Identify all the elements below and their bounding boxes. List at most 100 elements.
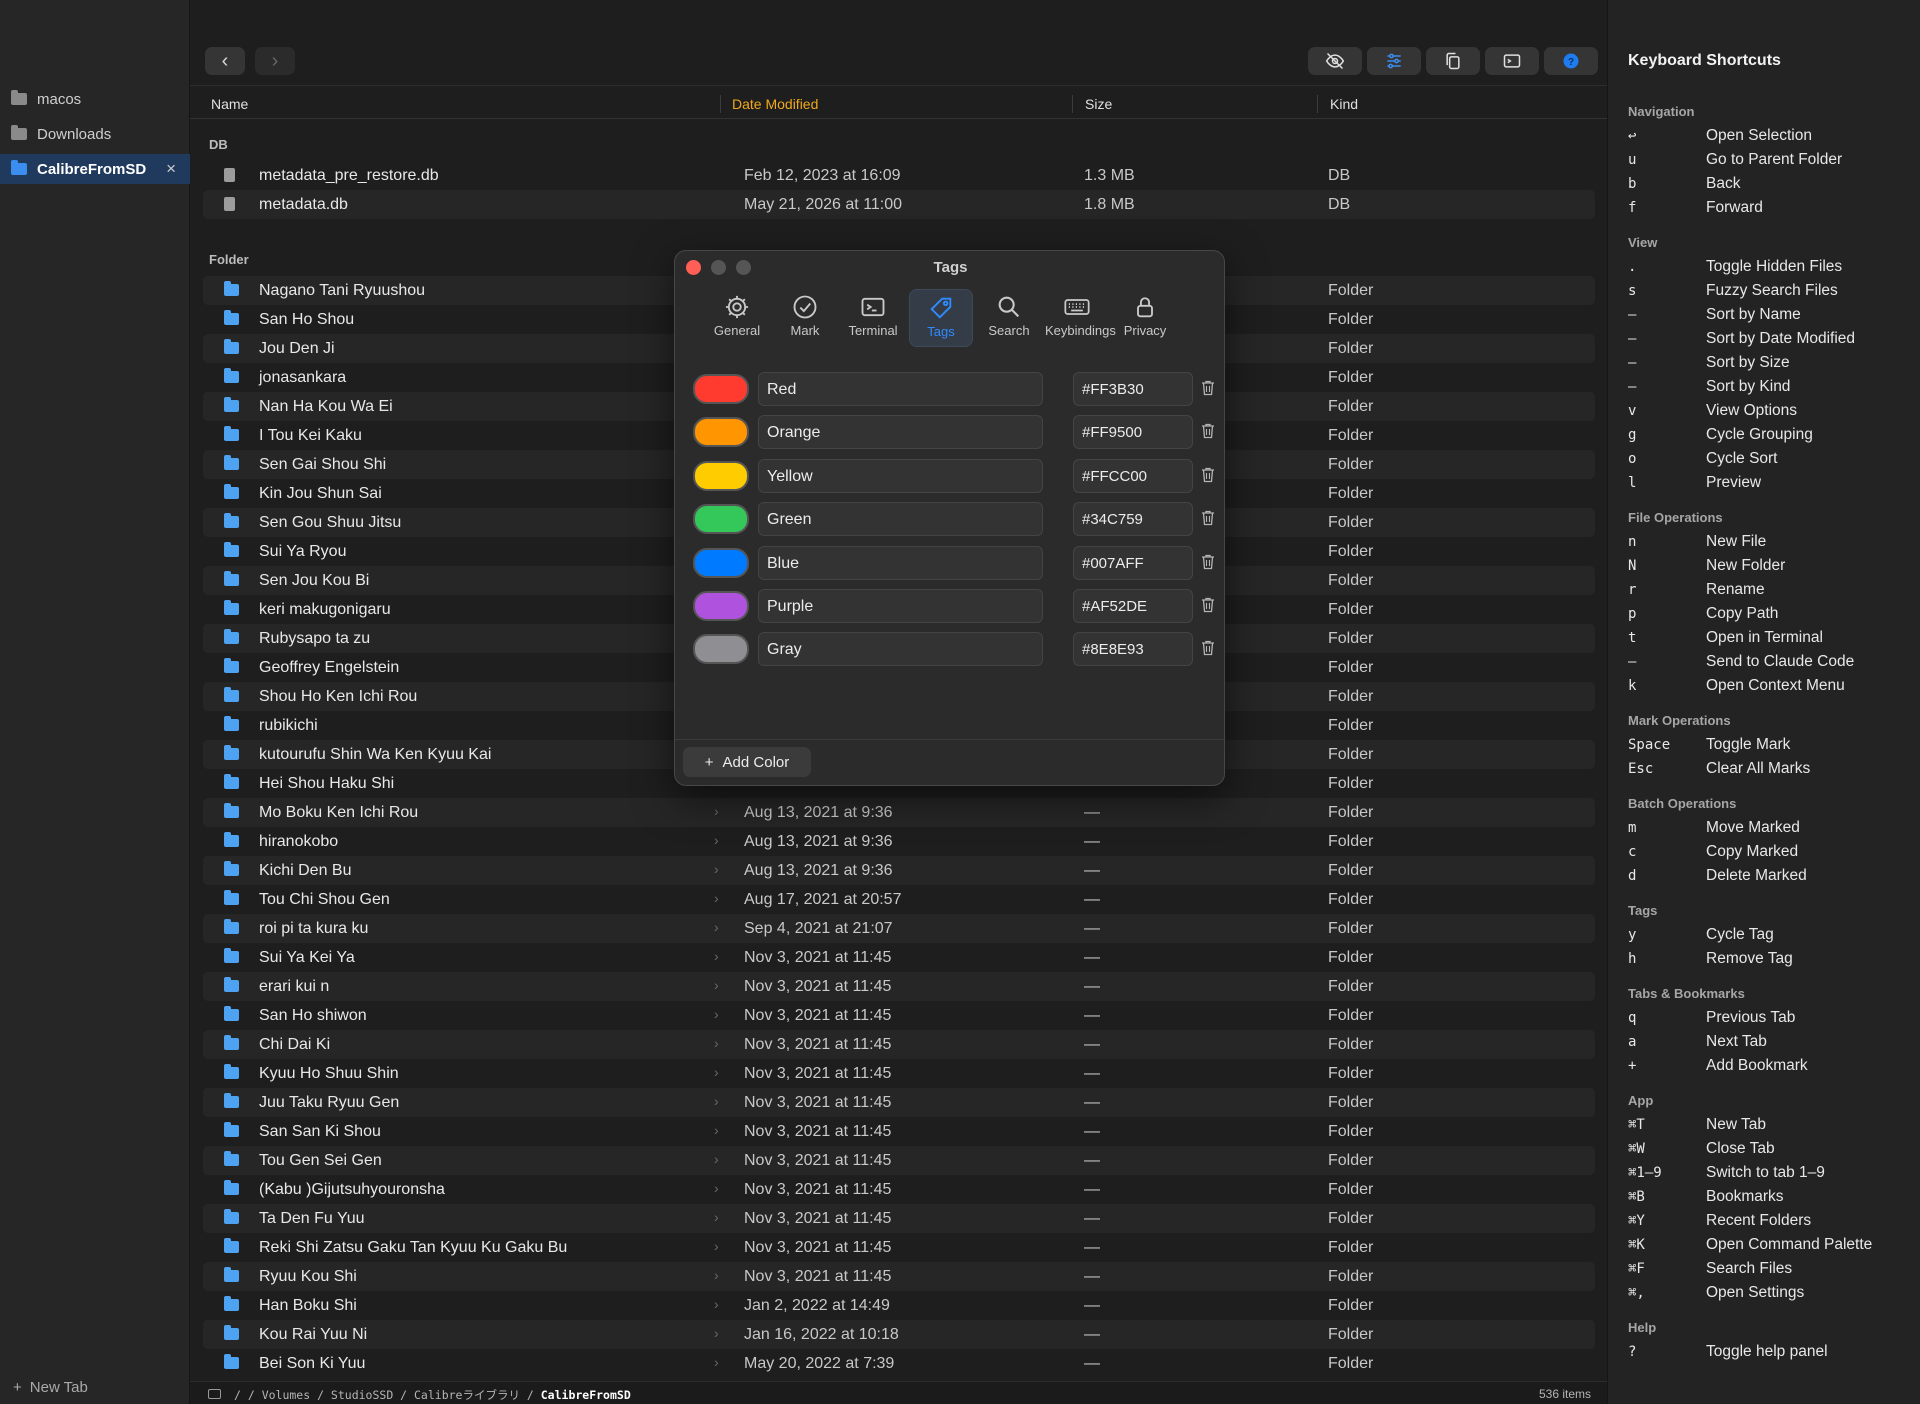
- tag-name-input[interactable]: Red: [758, 372, 1043, 406]
- chevron-right-icon[interactable]: ›: [714, 1093, 719, 1109]
- chevron-right-icon[interactable]: ›: [714, 832, 719, 848]
- copy-path-button[interactable]: [1426, 47, 1480, 75]
- tag-hex-input[interactable]: #FF9500: [1073, 415, 1193, 450]
- back-button[interactable]: ‹: [205, 47, 245, 75]
- folder-row[interactable]: Ta Den Fu Yuu › Nov 3, 2021 at 11:45 — Folde…: [203, 1204, 1595, 1233]
- tag-hex-input[interactable]: #FFCC00: [1073, 458, 1193, 493]
- current-path[interactable]: / / Volumes / StudioSSD / Calibreライブラリ /…: [234, 1387, 631, 1403]
- column-kind[interactable]: Kind: [1330, 96, 1358, 112]
- folder-row[interactable]: Kyuu Ho Shuu Shin › Nov 3, 2021 at 11:45 — F…: [203, 1059, 1595, 1088]
- chevron-right-icon[interactable]: ›: [714, 1238, 719, 1254]
- tab-tags[interactable]: Tags: [909, 289, 973, 347]
- tag-name-input[interactable]: Yellow: [758, 458, 1043, 493]
- folder-row[interactable]: Bei Son Ki Yuu › May 20, 2022 at 7:39 — Fold…: [203, 1349, 1595, 1378]
- chevron-right-icon[interactable]: ›: [714, 919, 719, 935]
- folder-row[interactable]: Han Boku Shi › Jan 2, 2022 at 14:49 — Folder: [203, 1291, 1595, 1320]
- file-row[interactable]: metadata_pre_restore.db Feb 12, 2023 at 1…: [203, 161, 1595, 190]
- trash-icon[interactable]: [1201, 423, 1215, 439]
- tag-name-input[interactable]: Orange: [758, 415, 1043, 450]
- shortcut-key: r: [1628, 582, 1637, 598]
- trash-icon[interactable]: [1201, 640, 1215, 656]
- chevron-right-icon[interactable]: ›: [714, 977, 719, 993]
- chevron-right-icon[interactable]: ›: [714, 1006, 719, 1022]
- new-tab-button[interactable]: + New Tab: [13, 1379, 88, 1396]
- tab-general[interactable]: General: [705, 289, 769, 347]
- chevron-right-icon[interactable]: ›: [714, 1122, 719, 1138]
- folder-row[interactable]: San Ho shiwon › Nov 3, 2021 at 11:45 — Folde…: [203, 1001, 1595, 1030]
- tag-name-input[interactable]: Gray: [758, 632, 1043, 667]
- tab-search[interactable]: Search: [977, 289, 1041, 347]
- tab-privacy[interactable]: Privacy: [1113, 289, 1177, 347]
- help-section-title: View: [1628, 235, 1658, 250]
- folder-row[interactable]: (Kabu )Gijutsuhyouronsha › Nov 3, 2021 at …: [203, 1175, 1595, 1204]
- tag-hex-input[interactable]: #34C759: [1073, 502, 1193, 537]
- tag-name-input[interactable]: Blue: [758, 545, 1043, 580]
- folder-row[interactable]: Mo Boku Ken Ichi Rou › Aug 13, 2021 at 9:3…: [203, 798, 1595, 827]
- folder-row[interactable]: Kichi Den Bu › Aug 13, 2021 at 9:36 — Folder: [203, 856, 1595, 885]
- folder-row[interactable]: hiranokobo › Aug 13, 2021 at 9:36 — Folder: [203, 827, 1595, 856]
- tag-hex-input[interactable]: #FF3B30: [1073, 372, 1193, 406]
- color-swatch[interactable]: [693, 634, 749, 665]
- chevron-right-icon[interactable]: ›: [714, 1296, 719, 1312]
- folder-row[interactable]: erari kui n › Nov 3, 2021 at 11:45 — Folder: [203, 972, 1595, 1001]
- tag-hex-input[interactable]: #8E8E93: [1073, 632, 1193, 667]
- tag-name-input[interactable]: Purple: [758, 589, 1043, 623]
- folder-row[interactable]: Juu Taku Ryuu Gen › Nov 3, 2021 at 11:45 — F…: [203, 1088, 1595, 1117]
- sidebar-item-macos[interactable]: macos: [0, 84, 190, 114]
- close-tab-icon[interactable]: ×: [166, 159, 176, 179]
- chevron-right-icon[interactable]: ›: [714, 1354, 719, 1370]
- column-date-modified[interactable]: Date Modified: [732, 96, 818, 112]
- color-swatch[interactable]: [693, 504, 749, 535]
- color-swatch[interactable]: [693, 591, 749, 621]
- trash-icon[interactable]: [1201, 467, 1215, 483]
- sidebar-item-calibrefromsd[interactable]: CalibreFromSD ×: [0, 154, 190, 184]
- folder-row[interactable]: San San Ki Shou › Nov 3, 2021 at 11:45 — Fol…: [203, 1117, 1595, 1146]
- tab-keybindings[interactable]: Keybindings: [1045, 289, 1116, 347]
- chevron-right-icon[interactable]: ›: [714, 1180, 719, 1196]
- tag-color-row: Orange #FF9500: [693, 415, 1214, 450]
- add-color-button[interactable]: + Add Color: [683, 747, 811, 777]
- tab-terminal[interactable]: Terminal: [841, 289, 905, 347]
- color-swatch[interactable]: [693, 460, 749, 491]
- chevron-right-icon[interactable]: ›: [714, 1064, 719, 1080]
- toggle-hidden-button[interactable]: [1308, 47, 1362, 75]
- sidebar-item-downloads[interactable]: Downloads: [0, 119, 190, 149]
- tag-hex-input[interactable]: #007AFF: [1073, 545, 1193, 580]
- folder-row[interactable]: Tou Chi Shou Gen › Aug 17, 2021 at 20:57 — F…: [203, 885, 1595, 914]
- view-options-button[interactable]: [1367, 47, 1421, 75]
- column-size[interactable]: Size: [1085, 96, 1112, 112]
- chevron-right-icon[interactable]: ›: [714, 1325, 719, 1341]
- folder-row[interactable]: Kou Rai Yuu Ni › Jan 16, 2022 at 10:18 — Fol…: [203, 1320, 1595, 1349]
- forward-button[interactable]: ›: [255, 47, 295, 75]
- chevron-right-icon[interactable]: ›: [714, 1209, 719, 1225]
- tag-hex-input[interactable]: #AF52DE: [1073, 589, 1193, 623]
- folder-row[interactable]: Chi Dai Ki › Nov 3, 2021 at 11:45 — Folder: [203, 1030, 1595, 1059]
- color-swatch[interactable]: [693, 547, 749, 578]
- column-name[interactable]: Name: [211, 96, 248, 112]
- chevron-right-icon[interactable]: ›: [714, 948, 719, 964]
- chevron-right-icon[interactable]: ›: [714, 803, 719, 819]
- help-section-title: App: [1628, 1093, 1654, 1108]
- trash-icon[interactable]: [1201, 554, 1215, 570]
- folder-icon: [224, 571, 239, 586]
- chevron-right-icon[interactable]: ›: [714, 1267, 719, 1283]
- file-row[interactable]: metadata.db May 21, 2026 at 11:00 1.8 MB DB: [203, 190, 1595, 219]
- help-button[interactable]: ?: [1544, 47, 1598, 75]
- color-swatch[interactable]: [693, 374, 749, 404]
- folder-row[interactable]: Sui Ya Kei Ya › Nov 3, 2021 at 11:45 — Folde…: [203, 943, 1595, 972]
- chevron-right-icon[interactable]: ›: [714, 890, 719, 906]
- folder-row[interactable]: Reki Shi Zatsu Gaku Tan Kyuu Ku Gaku Bu ›…: [203, 1233, 1595, 1262]
- chevron-right-icon[interactable]: ›: [714, 1151, 719, 1167]
- folder-row[interactable]: Tou Gen Sei Gen › Nov 3, 2021 at 11:45 — Fol…: [203, 1146, 1595, 1175]
- chevron-right-icon[interactable]: ›: [714, 1035, 719, 1051]
- tag-name-input[interactable]: Green: [758, 502, 1043, 537]
- trash-icon[interactable]: [1201, 510, 1215, 526]
- open-terminal-button[interactable]: [1485, 47, 1539, 75]
- color-swatch[interactable]: [693, 417, 749, 448]
- chevron-right-icon[interactable]: ›: [714, 861, 719, 877]
- trash-icon[interactable]: [1201, 380, 1215, 396]
- tab-mark[interactable]: Mark: [773, 289, 837, 347]
- folder-row[interactable]: Ryuu Kou Shi › Nov 3, 2021 at 11:45 — Folder: [203, 1262, 1595, 1291]
- trash-icon[interactable]: [1201, 597, 1215, 613]
- folder-row[interactable]: roi pi ta kura ku › Sep 4, 2021 at 21:07 — F…: [203, 914, 1595, 943]
